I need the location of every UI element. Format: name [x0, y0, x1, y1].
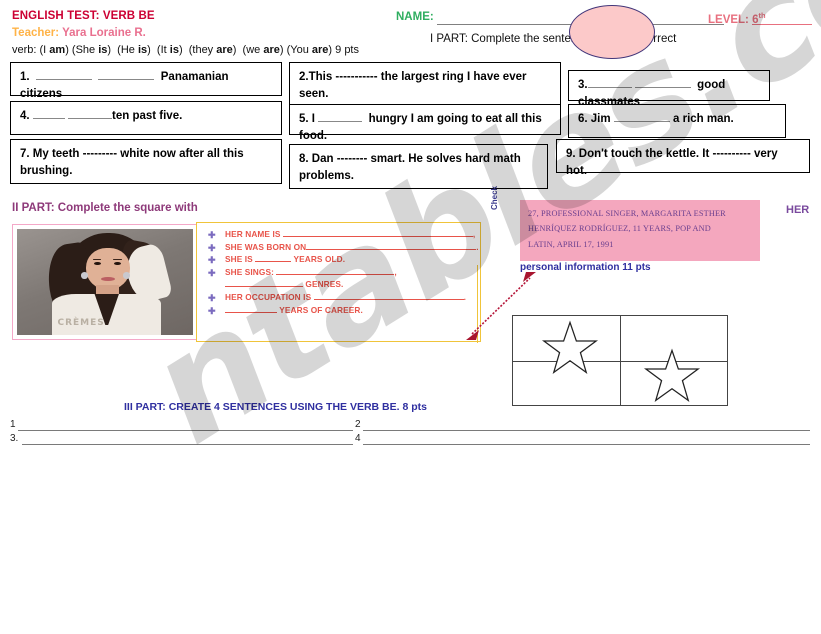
personal-information-caption: personal information 11 pts [520, 262, 651, 273]
answer-blank[interactable] [282, 236, 473, 237]
list-item-label: SHE WAS BORN ON [225, 241, 307, 252]
question-box-3[interactable]: 3. good classmates [568, 70, 770, 108]
page-title: ENGLISH TEST: VERB BE [12, 10, 155, 22]
photo-face-shape [85, 248, 130, 291]
part3-title: III PART: CREATE 4 SENTENCES USING THE V… [124, 401, 427, 413]
level-input-line[interactable] [752, 24, 812, 25]
singer-photo: CRÈMES [17, 229, 193, 335]
info-line-2: HENRÍQUEZ RODRÍGUEZ, 11 YEARS, POP AND [528, 224, 711, 234]
answer-blank[interactable] [255, 261, 292, 263]
answer-blank[interactable] [634, 87, 691, 88]
name-field-label: NAME: [396, 11, 434, 23]
answer-number-2: 2 [355, 419, 361, 430]
level-ordinal-suffix: th [758, 11, 766, 20]
flag-star-top-left-icon [541, 320, 599, 374]
verb-forms-line: verb: (I am) (She is) (He is) (It is) (t… [12, 44, 359, 56]
list-item-label: HER NAME IS [225, 229, 281, 239]
question-box-5[interactable]: 5. I hungry I am going to eat all this f… [289, 104, 561, 142]
personal-information-prompt-box: 27, PROFESSIONAL SINGER, MARGARITA ESTHE… [520, 200, 760, 261]
list-item[interactable]: ✚ SHE WAS BORN ON. [203, 241, 479, 254]
photo-jacket-text: CRÈMES [57, 318, 105, 329]
part2-title: II PART: Complete the square with [12, 202, 198, 214]
answer-blank[interactable] [68, 118, 112, 119]
answer-blank[interactable] [35, 79, 92, 80]
info-line-3: LATIN, APRIL 17, 1991 [528, 239, 614, 249]
answer-number-3: 3. [10, 433, 19, 444]
personal-info-list: ✚ HER NAME IS , ✚ SHE WAS BORN ON. ✚ SHE… [203, 228, 479, 317]
question-box-4[interactable]: 4. ten past five. [10, 101, 282, 135]
teacher-label: Teacher: [12, 27, 60, 39]
answer-blank[interactable] [587, 87, 632, 88]
question-box-9[interactable]: 9. Don't touch the kettle. It ----------… [556, 139, 810, 177]
list-item-label: SHE IS [225, 254, 253, 265]
question-box-1[interactable]: 1. Panamanian citizens [10, 62, 282, 100]
list-item[interactable]: GENRES. [203, 278, 474, 291]
answer-line-2[interactable] [363, 430, 810, 431]
list-item[interactable]: ✚ HER OCCUPATION IS . [203, 291, 474, 304]
pink-ellipse-decoration [569, 5, 655, 59]
list-item[interactable]: ✚ YEARS OF CAREER. [203, 304, 474, 317]
list-item-label: HER OCCUPATION IS [225, 292, 312, 303]
question-box-6[interactable]: 6. Jim a rich man. [568, 104, 786, 138]
answer-number-1: 1 [10, 419, 16, 430]
answer-number-4: 4 [355, 433, 361, 444]
list-item[interactable]: ✚ HER NAME IS , [203, 228, 475, 241]
check-vertical-label: Check [490, 185, 499, 210]
her-label: HER [786, 204, 810, 216]
list-item[interactable]: ✚ SHE IS YEARS OLD. [203, 253, 474, 266]
panama-flag-grid [512, 315, 728, 406]
teacher-name: Yara Loraine R. [62, 27, 146, 39]
answer-blank[interactable] [225, 311, 277, 313]
photo-eyebrow-left [92, 258, 102, 261]
personal-info-answer-box[interactable]: ✚ HER NAME IS , ✚ SHE WAS BORN ON. ✚ SHE… [196, 222, 481, 342]
answer-blank[interactable] [613, 121, 670, 122]
answer-blank[interactable] [306, 248, 477, 250]
answer-line-1[interactable] [18, 430, 353, 431]
answer-blank[interactable] [98, 79, 155, 80]
photo-earring-left [81, 272, 89, 279]
answer-blank[interactable] [225, 286, 303, 288]
answer-blank[interactable] [32, 118, 65, 119]
teacher-line: Teacher: Yara Loraine R. [12, 27, 146, 39]
question-box-8[interactable]: 8. Dan -------- smart. He solves hard ma… [289, 144, 548, 189]
list-item-label: SHE SINGS: [225, 266, 274, 277]
photo-mouth [100, 276, 115, 281]
photo-earring-right [122, 272, 130, 279]
singer-photo-frame: CRÈMES [12, 224, 198, 340]
answer-line-3[interactable] [22, 444, 353, 445]
info-line-1: 27, PROFESSIONAL SINGER, MARGARITA ESTHE… [528, 209, 726, 218]
answer-blank[interactable] [313, 299, 464, 301]
list-item[interactable]: ✚ SHE SINGS: , [203, 266, 474, 279]
plus-bullet-icon: ✚ [208, 305, 216, 316]
question-box-7[interactable]: 7. My teeth --------- white now after al… [10, 139, 282, 184]
answer-line-4[interactable] [363, 444, 810, 445]
answer-blank[interactable] [276, 273, 395, 275]
worksheet-header: ENGLISH TEST: VERB BE Teacher: Yara Lora… [0, 0, 821, 59]
photo-eyebrow-right [112, 258, 122, 261]
answer-blank[interactable] [318, 121, 363, 122]
level-label-text: LEVEL: 6 [708, 13, 759, 26]
photo-eye-left [93, 261, 101, 266]
flag-star-bottom-right-icon [643, 348, 701, 402]
